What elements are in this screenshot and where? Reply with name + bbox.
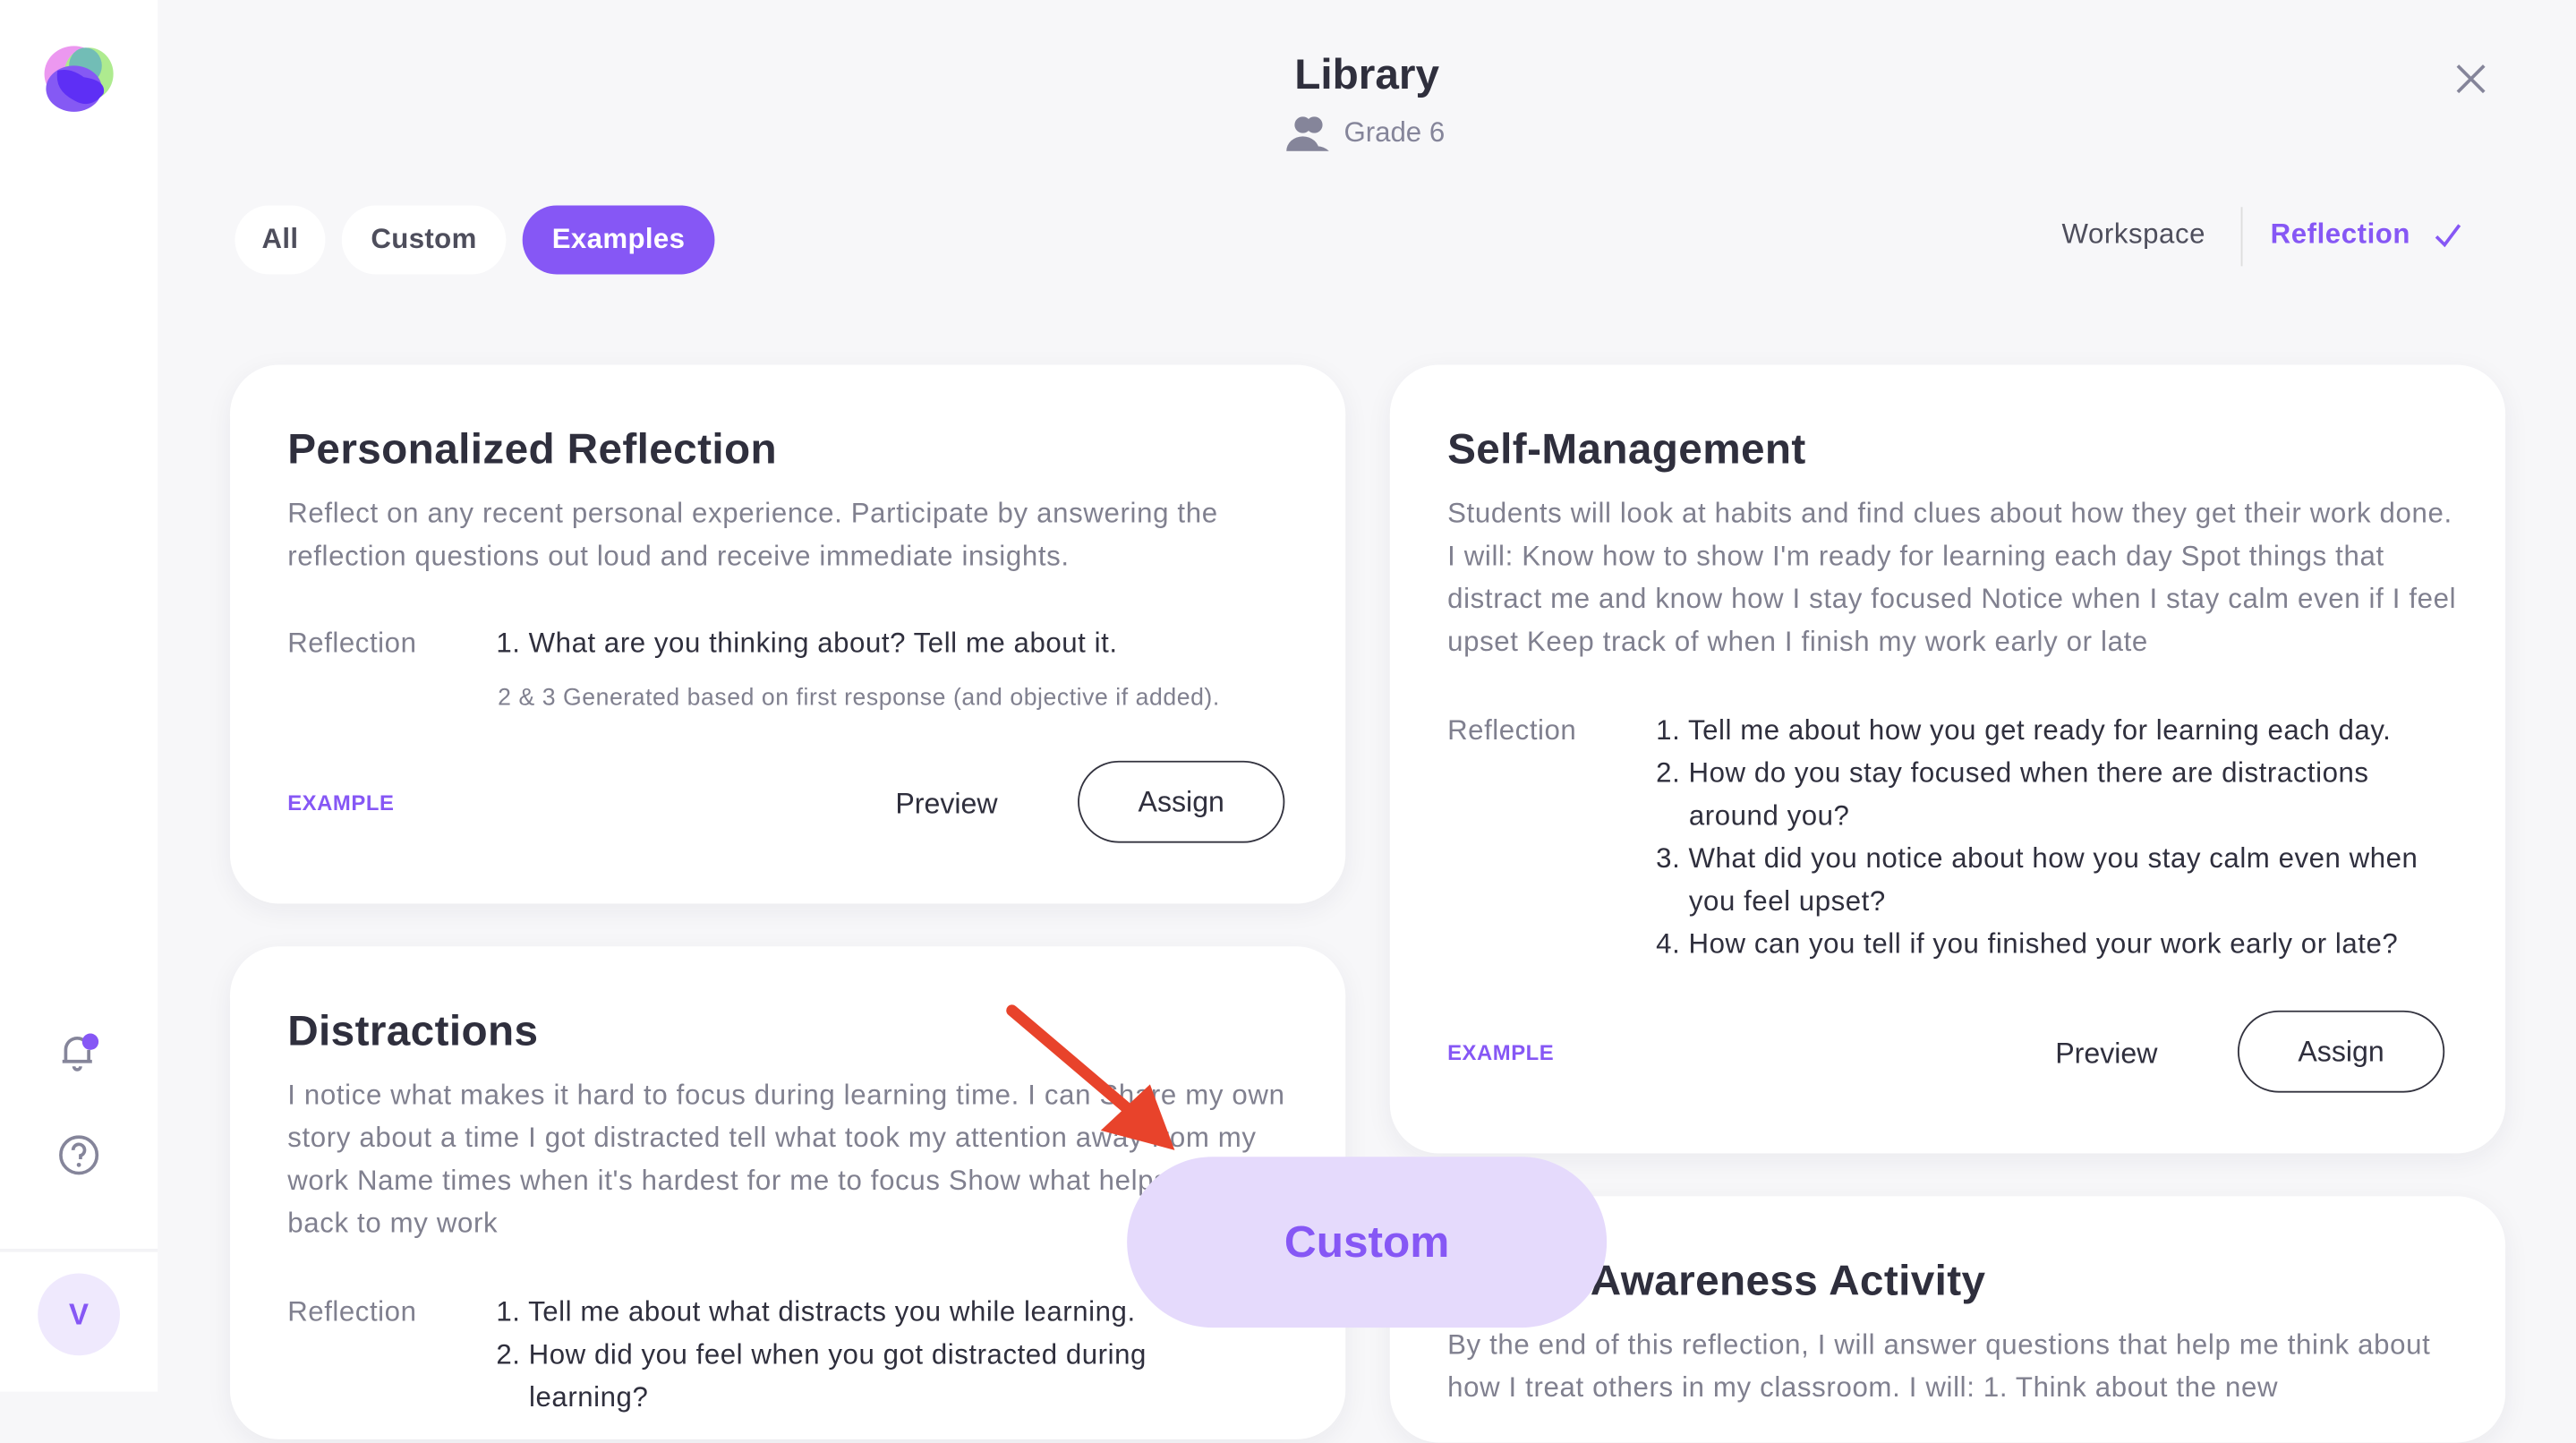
card-title: Distractions	[287, 1005, 539, 1055]
grade-text: Grade 6	[1343, 116, 1446, 149]
page-title: Library	[1294, 49, 1440, 99]
help-icon[interactable]	[57, 1133, 100, 1176]
tab-all[interactable]: All	[235, 205, 326, 275]
mode-divider	[2240, 207, 2243, 267]
card-title: Awareness Activity	[1590, 1255, 1986, 1305]
card-description: Reflect on any recent personal experienc…	[287, 498, 1218, 572]
question: 2. How do you stay focused when there ar…	[1656, 757, 2369, 832]
question: 2. How did you feel when you got distrac…	[496, 1338, 1147, 1413]
reflection-label: Reflection	[287, 628, 417, 660]
question: 1. What are you thinking about? Tell me …	[496, 628, 1118, 660]
custom-overlay-pill[interactable]: Custom	[1127, 1157, 1608, 1328]
assign-button[interactable]: Assign	[1078, 760, 1285, 843]
avatar[interactable]: V	[38, 1273, 120, 1356]
users-icon	[1286, 116, 1329, 151]
reflection-toggle[interactable]: Reflection	[2271, 218, 2410, 252]
app-logo[interactable]	[41, 41, 116, 116]
check-icon	[2435, 224, 2461, 248]
question-list: 1. Tell me about what distracts you whil…	[496, 1292, 1219, 1420]
example-tag: EXAMPLE	[287, 790, 395, 815]
bell-icon[interactable]	[57, 1030, 100, 1076]
card-self-management: Self-Management Students will look at ha…	[1389, 364, 2506, 1154]
sidebar-divider	[0, 1248, 158, 1252]
workspace-toggle[interactable]: Workspace	[2062, 218, 2205, 252]
card-title: Self-Management	[1447, 423, 1806, 474]
assign-button[interactable]: Assign	[2237, 1010, 2445, 1093]
question: 3. What did you notice about how you sta…	[1656, 842, 2418, 918]
question-list: 1. What are you thinking about? Tell me …	[496, 623, 1117, 666]
reflection-label: Reflection	[1447, 714, 1577, 747]
preview-button[interactable]: Preview	[2055, 1037, 2157, 1072]
question: 1. Tell me about what distracts you whil…	[496, 1296, 1136, 1328]
card-description: By the end of this reflection, I will an…	[1447, 1328, 2431, 1404]
card-description: Students will look at habits and find cl…	[1447, 498, 2457, 658]
reflection-label: Reflection	[287, 1296, 417, 1328]
example-tag: EXAMPLE	[1447, 1039, 1555, 1065]
sidebar: V	[0, 0, 158, 1392]
question: 4. How can you tell if you finished your…	[1656, 928, 2399, 960]
card-title: Personalized Reflection	[287, 423, 778, 474]
close-icon[interactable]	[2448, 56, 2494, 101]
card-personalized-reflection: Personalized Reflection Reflect on any r…	[229, 364, 1346, 904]
generated-note: 2 & 3 Generated based on first response …	[498, 685, 1220, 712]
question: 1. Tell me about how you get ready for l…	[1656, 714, 2392, 747]
grade-label: Grade 6	[1284, 115, 1446, 151]
preview-button[interactable]: Preview	[895, 787, 997, 822]
tab-custom[interactable]: Custom	[341, 205, 507, 275]
question-list: 1. Tell me about how you get ready for l…	[1656, 710, 2461, 966]
annotation-arrow-icon	[1006, 1004, 1175, 1150]
tab-examples[interactable]: Examples	[522, 205, 715, 275]
